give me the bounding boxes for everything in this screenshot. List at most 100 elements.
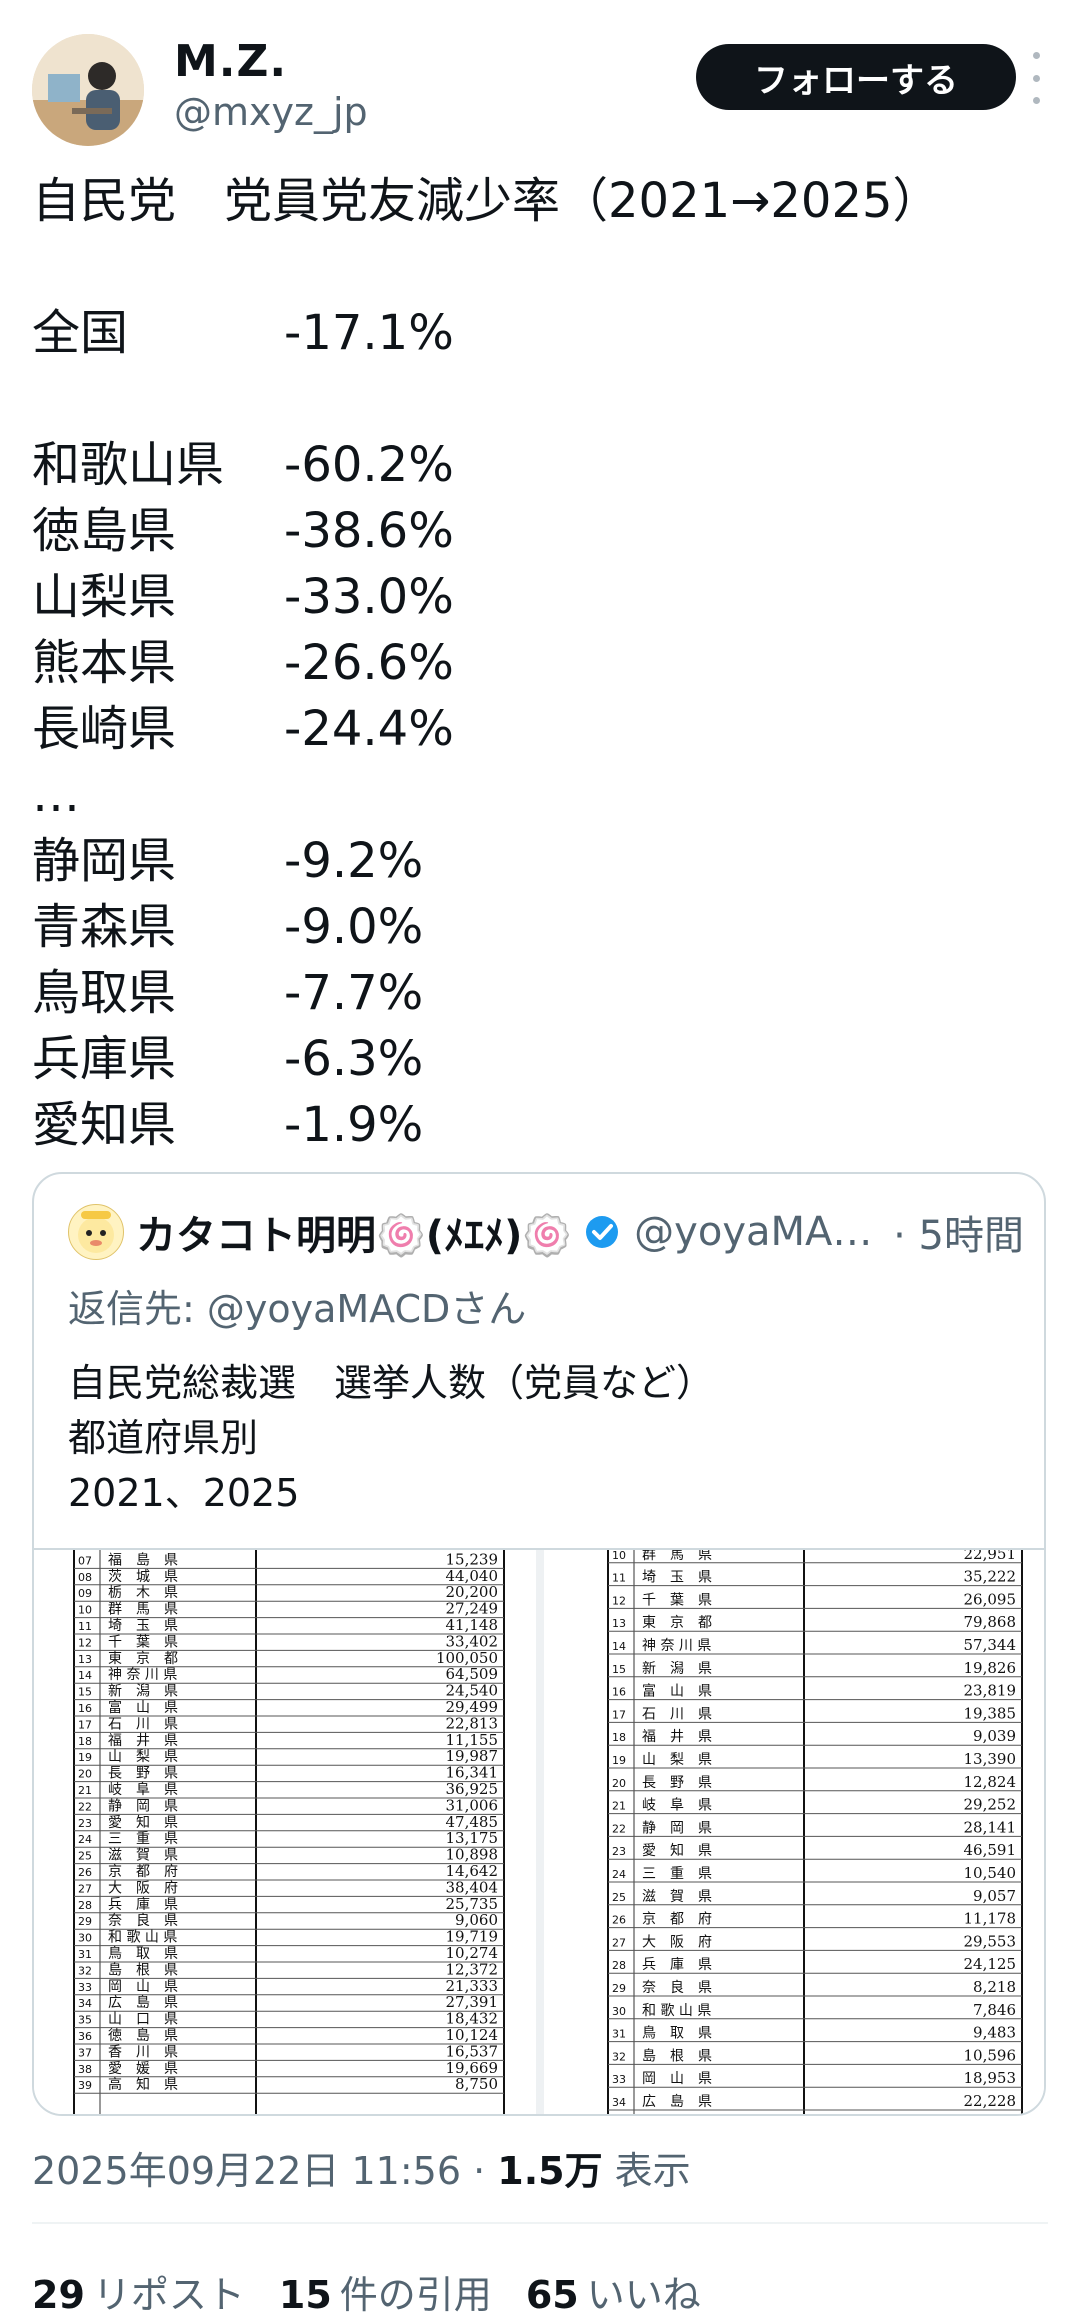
table-count: 22,813 <box>446 1714 499 1732</box>
quoted-image-1[interactable]: 07 福 島 県 15,239 08 茨 城 県 44,040 09 栃 木 県 20,200 1… <box>34 1550 536 2114</box>
table-prefecture: 岡 山 県 <box>642 2071 712 2087</box>
quoted-timestamp: · 5時間 <box>893 1213 1024 1259</box>
prefecture-name: 長崎県 <box>32 701 177 757</box>
table-row-number: 32 <box>612 2050 626 2063</box>
table-prefecture: 徳 島 県 <box>108 2028 178 2044</box>
repost-count: 29 <box>32 2273 85 2317</box>
table-count: 57,344 <box>964 1636 1017 1654</box>
tweet-header: M.Z. @mxyz_jp フォローする <box>32 30 1048 150</box>
prefecture-row: 静岡県 -9.2% <box>32 828 1048 894</box>
follow-button[interactable]: フォローする <box>696 44 1016 110</box>
table-count: 22,951 <box>964 1550 1017 1563</box>
prefecture-rate: -24.4% <box>284 701 454 757</box>
table-count: 14,642 <box>446 1862 499 1880</box>
view-label: 表示 <box>602 2149 691 2193</box>
like-stat[interactable]: 65 いいね <box>526 2264 701 2319</box>
prefecture-name: 兵庫県 <box>32 1031 177 1087</box>
prefecture-rate: -60.2% <box>284 437 454 493</box>
table-prefecture: 京 都 府 <box>642 1912 712 1928</box>
table-row-number: 25 <box>612 1891 626 1904</box>
table-count: 9,060 <box>455 1911 498 1929</box>
quoted-tweet[interactable]: カタコト明明🍥(ﾒｴﾒ)🍥 @yoyaMA… · 5時間 返信先: @yoyaM… <box>32 1172 1046 2116</box>
prefecture-rate: -9.0% <box>284 899 424 955</box>
table-row-number: 20 <box>612 1777 626 1790</box>
table-prefecture: 栃 木 県 <box>108 1585 178 1601</box>
table-count: 38,404 <box>446 1878 499 1896</box>
table-count: 9,057 <box>973 1887 1016 1905</box>
table-row-number: 36 <box>78 2030 92 2043</box>
table-count: 18,953 <box>964 2069 1017 2087</box>
quote-stat[interactable]: 15 件の引用 <box>279 2264 492 2319</box>
table-prefecture: 奈 良 県 <box>108 1913 178 1929</box>
quoted-author-name: カタコト明明🍥(ﾒｴﾒ)🍥 <box>136 1213 573 1259</box>
table-count: 10,898 <box>446 1846 499 1864</box>
table-count: 15,239 <box>446 1550 499 1568</box>
divider <box>32 2222 1048 2224</box>
table-prefecture: 香 川 県 <box>108 2044 178 2060</box>
quoted-image-2[interactable]: 10 群 馬 県 22,951 11 埼 玉 県 35,222 12 千 葉 県 26,095 1… <box>544 1550 1044 2114</box>
prefecture-row: 愛知県 -1.9% <box>32 1092 1048 1158</box>
table-row-number: 34 <box>612 2096 626 2109</box>
prefecture-name: 鳥取県 <box>32 965 177 1021</box>
table-prefecture: 長 野 県 <box>642 1775 712 1791</box>
prefecture-row: 鳥取県 -7.7% <box>32 960 1048 1026</box>
table-prefecture: 神 奈 川 県 <box>108 1667 177 1683</box>
table-count: 44,040 <box>446 1567 499 1585</box>
repost-stat[interactable]: 29 リポスト <box>32 2264 245 2319</box>
prefecture-rate: -6.3% <box>284 1031 424 1087</box>
table-row-number: 15 <box>78 1686 92 1699</box>
table-row-number: 19 <box>78 1751 92 1764</box>
prefecture-name: 静岡県 <box>32 833 177 889</box>
table-row-number: 30 <box>612 2005 626 2018</box>
table-prefecture: 京 都 府 <box>108 1864 178 1880</box>
table-row-number: 31 <box>612 2028 626 2041</box>
table-count: 100,050 <box>436 1649 498 1667</box>
table-row-number: 33 <box>612 2073 626 2086</box>
table-count: 16,537 <box>446 2042 499 2060</box>
table-row-number: 24 <box>612 1868 626 1881</box>
table-prefecture: 東 京 都 <box>642 1615 712 1631</box>
table-count: 27,391 <box>446 1993 499 2011</box>
more-options-icon[interactable] <box>1016 52 1056 104</box>
table-prefecture: 埼 玉 県 <box>642 1570 712 1586</box>
table-prefecture: 群 馬 県 <box>642 1550 712 1563</box>
table-prefecture: 千 葉 県 <box>642 1592 712 1608</box>
table-row-number: 13 <box>612 1617 626 1630</box>
table-row-number: 16 <box>78 1702 92 1715</box>
author-avatar[interactable] <box>32 34 144 146</box>
table-row-number: 28 <box>78 1899 92 1912</box>
table-prefecture: 大 阪 府 <box>642 1934 712 1950</box>
prefecture-rate: -9.2% <box>284 833 424 889</box>
table-prefecture: 長 野 県 <box>108 1766 178 1782</box>
tweet-datetime[interactable]: 2025年09月22日 11:56 <box>32 2149 461 2193</box>
table-row-number: 29 <box>78 1915 92 1928</box>
prefecture-row: 熊本県 -26.6% <box>32 630 1048 696</box>
prefecture-rate: -33.0% <box>284 569 454 625</box>
table-prefecture: 広 島 県 <box>108 1995 178 2011</box>
table-prefecture: 新 潟 県 <box>108 1684 178 1700</box>
tweet-text: 自民党 党員党友減少率（2021→2025） 全国 -17.1% 和歌山県 -60… <box>32 168 1048 1158</box>
table-row-number: 20 <box>78 1768 92 1781</box>
author-handle[interactable]: @mxyz_jp <box>174 90 368 134</box>
table-count: 24,540 <box>446 1682 499 1700</box>
table-prefecture: 埼 玉 県 <box>108 1618 178 1634</box>
table-prefecture: 滋 賀 県 <box>642 1889 712 1905</box>
table-count: 31,006 <box>446 1796 499 1814</box>
quote-label: 件の引用 <box>339 2273 492 2317</box>
prefecture-row: 兵庫県 -6.3% <box>32 1026 1048 1092</box>
table-prefecture: 兵 庫 県 <box>642 1956 712 1973</box>
table-row-number: 07 <box>78 1554 92 1567</box>
table-row-number: 11 <box>612 1572 626 1585</box>
table-row-number: 31 <box>78 1948 92 1961</box>
table-prefecture: 岐 阜 県 <box>108 1781 178 1798</box>
table-prefecture: 鳥 取 県 <box>642 2026 712 2042</box>
author-name[interactable]: M.Z. <box>174 36 287 87</box>
table-prefecture: 東 京 都 <box>108 1651 178 1667</box>
prefecture-rate: -26.6% <box>284 635 454 691</box>
table-row-number: 23 <box>612 1845 626 1858</box>
table-count: 29,252 <box>964 1796 1017 1814</box>
table-row-number: 22 <box>78 1800 92 1813</box>
table-count: 11,155 <box>446 1731 499 1749</box>
table-row-number: 11 <box>78 1620 92 1633</box>
table-row-number: 22 <box>612 1822 626 1835</box>
